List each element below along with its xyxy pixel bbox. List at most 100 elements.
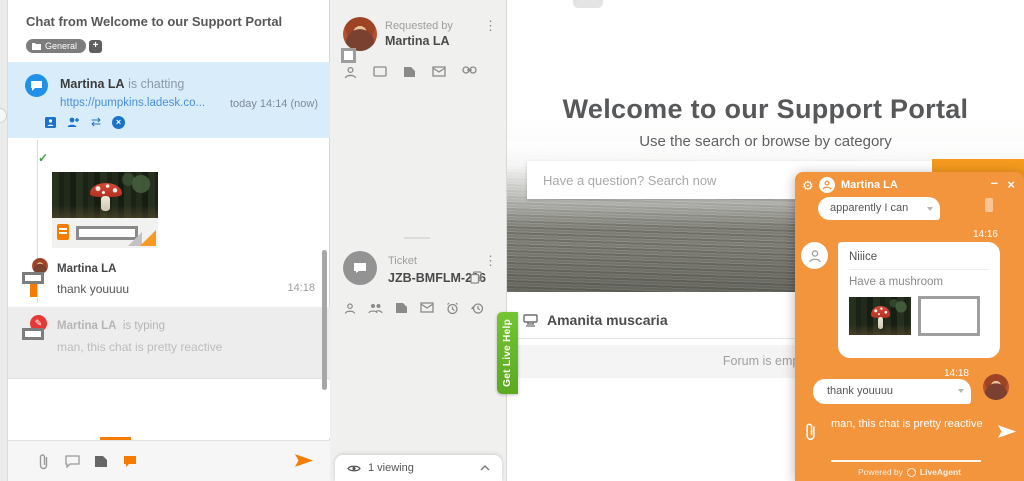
- blank-attachment-thumbnail[interactable]: [918, 296, 980, 336]
- chat-bubble-icon: [31, 81, 42, 91]
- chat-panel-scrollbar[interactable]: [322, 250, 327, 390]
- note-type-icon[interactable]: [93, 453, 109, 469]
- attachment-thumbnails: [849, 297, 989, 336]
- forum-category-header[interactable]: Amanita muscaria: [523, 312, 668, 328]
- alarm-icon[interactable]: [446, 302, 459, 315]
- document-icon: [57, 224, 69, 240]
- app-root: Chat from Welcome to our Support Portal …: [0, 0, 1024, 481]
- link-icon[interactable]: [462, 66, 477, 79]
- department-tag-general[interactable]: General: [26, 39, 86, 53]
- widget-minimize-button[interactable]: –: [991, 175, 998, 190]
- visitor-status: is chatting: [128, 77, 184, 91]
- liveagent-logo-icon: [907, 468, 916, 477]
- requester-menu-icon[interactable]: ⋮: [484, 18, 497, 34]
- widget-message-input[interactable]: man, this chat is pretty reactive: [831, 418, 991, 430]
- department-tag-label: General: [45, 41, 77, 51]
- file-icon[interactable]: [403, 66, 416, 79]
- widget-send-icon[interactable]: [997, 424, 1017, 439]
- powered-by-footer[interactable]: Powered by LiveAgent: [795, 467, 1024, 477]
- typing-indicator-row: ✎ Martina LA is typing man, this chat is…: [8, 307, 330, 379]
- orange-fold-corner: [140, 230, 156, 246]
- end-chat-icon[interactable]: ×: [112, 116, 125, 129]
- chat-channel-icon: [25, 74, 48, 97]
- chat-source-link[interactable]: https://pumpkins.ladesk.co...: [60, 97, 205, 109]
- active-chat-list-item[interactable]: Martina LA is chatting https://pumpkins.…: [8, 62, 330, 138]
- requester-name: Martina LA: [385, 34, 450, 48]
- add-person-icon[interactable]: [66, 115, 80, 129]
- history-icon[interactable]: [471, 302, 484, 315]
- visitor-name: Martina LA: [60, 77, 125, 91]
- widget-timestamp-1: 14:16: [973, 229, 998, 240]
- powered-by-label: Powered by: [858, 467, 903, 477]
- top-notch: [573, 0, 603, 8]
- visitor-bubble-1: apparently I can: [818, 197, 940, 220]
- visitor-bubble-1-text: apparently I can: [830, 202, 908, 214]
- message-time: 14:18: [287, 282, 315, 294]
- typing-status-text: is typing: [123, 320, 165, 332]
- widget-visitor-avatar: [983, 374, 1009, 400]
- reply-input-area[interactable]: [8, 380, 330, 438]
- requested-by-label: Requested by: [385, 20, 453, 32]
- chat-button-badge-icon: [22, 328, 44, 340]
- file-attachment-card[interactable]: [52, 218, 158, 248]
- requester-action-row: [344, 66, 477, 79]
- add-tag-button[interactable]: +: [89, 40, 102, 53]
- widget-attach-icon[interactable]: [804, 422, 817, 441]
- ticket-avatar: [343, 251, 377, 285]
- message-options-caret-icon[interactable]: [927, 207, 933, 211]
- file-icon[interactable]: [395, 302, 408, 315]
- viewing-bar[interactable]: 1 viewing: [335, 455, 502, 481]
- typing-preview-text: man, this chat is pretty reactive: [57, 340, 222, 354]
- agent-message-line-2: Have a mushroom: [849, 276, 989, 288]
- person-icon[interactable]: [344, 302, 356, 315]
- active-chat-name-line: Martina LA is chatting: [60, 77, 184, 91]
- person-icon: [822, 180, 832, 190]
- person-icon[interactable]: [344, 66, 357, 79]
- portal-subheading: Use the search or browse by category: [507, 133, 1024, 150]
- ticket-menu-icon[interactable]: ⋮: [484, 253, 497, 269]
- ticket-details-panel: Requested by Martina LA ⋮ Ticket J: [330, 0, 507, 481]
- delivered-check-icon: ✓: [38, 151, 48, 165]
- active-chat-tab-icon[interactable]: [122, 453, 138, 469]
- envelope-icon[interactable]: [420, 302, 434, 315]
- widget-scrollbar[interactable]: [985, 198, 993, 212]
- mushroom-photo-attachment[interactable]: [52, 172, 158, 218]
- person-icon: [808, 249, 822, 263]
- widget-timestamp-2: 14:18: [944, 368, 969, 379]
- brand-name: LiveAgent: [920, 467, 961, 477]
- chat-widget: ⚙ Martina LA – × apparently I can 14:16 …: [795, 172, 1024, 481]
- bubble-divider: [849, 269, 989, 270]
- panel-collapse-handle[interactable]: [0, 108, 7, 123]
- forum-board-icon: [523, 314, 538, 327]
- viewing-count-text: 1 viewing: [368, 462, 414, 474]
- get-live-help-button[interactable]: Get Live Help: [497, 312, 518, 394]
- mushroom-thumbnail[interactable]: [849, 297, 911, 335]
- widget-input-underline: [831, 460, 981, 462]
- forum-category-title: Amanita muscaria: [547, 312, 668, 328]
- group-icon[interactable]: [368, 302, 383, 315]
- collapsed-sidebar-strip: [0, 0, 8, 481]
- chevron-up-icon[interactable]: [480, 465, 490, 471]
- widget-close-button[interactable]: ×: [1007, 177, 1015, 192]
- section-divider: [404, 237, 430, 239]
- transfer-chat-icon[interactable]: ⇄: [89, 115, 103, 129]
- requester-avatar: [343, 17, 377, 51]
- copy-ticket-id-icon[interactable]: [470, 271, 482, 284]
- typing-avatar-composite: ✎: [22, 315, 62, 359]
- widget-settings-gear-icon[interactable]: ⚙: [802, 178, 814, 194]
- chat-timestamp: today 14:14 (now): [230, 98, 318, 110]
- chat-bubble-icon: [353, 262, 367, 274]
- chat-panel: Chat from Welcome to our Support Portal …: [8, 0, 330, 481]
- chat-message-type-icon[interactable]: [64, 453, 80, 469]
- visitor-bubble-2-text: thank youuuu: [827, 385, 893, 397]
- envelope-icon[interactable]: [432, 66, 446, 79]
- widget-agent-name: Martina LA: [841, 179, 898, 191]
- card-icon[interactable]: [373, 66, 387, 79]
- attach-file-icon[interactable]: [35, 453, 51, 469]
- contact-card-icon[interactable]: [43, 115, 57, 129]
- orange-stub-icon: [30, 284, 37, 297]
- typing-sender-name: Martina LA is typing: [57, 320, 165, 332]
- ticket-action-row: [344, 302, 484, 315]
- send-message-icon[interactable]: [294, 453, 314, 468]
- message-options-caret-icon[interactable]: [958, 389, 964, 393]
